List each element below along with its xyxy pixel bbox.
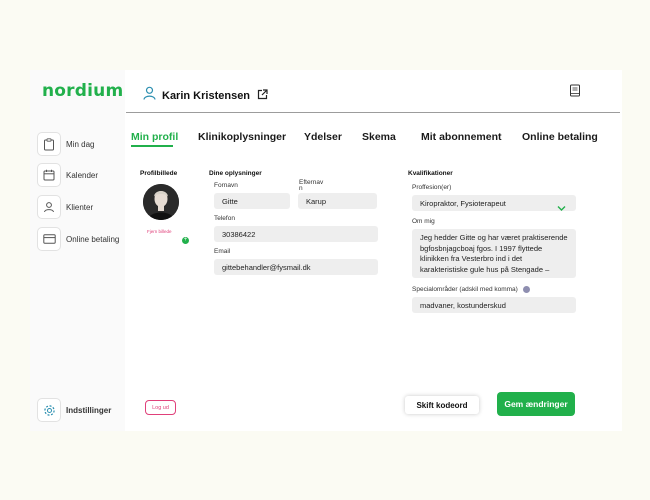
clipboard-icon — [37, 132, 61, 156]
remove-photo-link[interactable]: Fjern billede — [147, 229, 172, 234]
user-icon — [37, 195, 61, 219]
sidebar-item-label: Klienter — [66, 202, 94, 212]
sidebar-item-klienter[interactable]: Klienter — [37, 195, 93, 219]
email-field[interactable]: gittebehandler@fysmail.dk — [214, 259, 378, 275]
change-password-button[interactable]: Skift kodeord — [405, 396, 479, 414]
credit-card-icon — [37, 227, 61, 251]
sidebar-item-label: Indstillinger — [66, 405, 112, 415]
external-link-icon[interactable] — [257, 87, 268, 105]
tab-min-profil[interactable]: Min profil — [131, 131, 178, 143]
nordium-logo[interactable]: nordium — [42, 81, 123, 101]
header-user: Karin Kristensen — [143, 86, 268, 105]
sidebar-item-online-betaling[interactable]: Online betaling — [37, 227, 119, 251]
tab-ydelser[interactable]: Ydelser — [304, 131, 342, 143]
profession-value: Kiropraktor, Fysioterapeut — [420, 199, 506, 208]
email-label: Email — [214, 248, 231, 255]
add-photo-button[interactable]: + — [182, 237, 189, 244]
first-name-label: Fornavn — [214, 182, 238, 189]
header-divider — [126, 112, 620, 113]
about-label: Om mig — [412, 218, 435, 225]
sidebar-item-label: Min dag — [66, 139, 95, 149]
profile-picture-title: Profilbillede — [140, 170, 178, 177]
gear-icon — [37, 398, 61, 422]
chevron-down-icon[interactable] — [557, 199, 566, 217]
phone-label: Telefon — [214, 215, 235, 222]
specialties-label: Specialområder (adskil med komma) — [412, 286, 530, 293]
profession-label: Proffesion(er) — [412, 184, 452, 191]
info-icon[interactable] — [522, 286, 530, 293]
first-name-field[interactable]: Gitte — [214, 193, 290, 209]
avatar[interactable] — [143, 184, 179, 220]
book-icon[interactable] — [569, 84, 581, 102]
sidebar-item-kalender[interactable]: Kalender — [37, 163, 98, 187]
sidebar-item-settings[interactable]: Indstillinger — [37, 398, 111, 422]
phone-field[interactable]: 30386422 — [214, 226, 378, 242]
sidebar-item-label: Online betaling — [66, 234, 120, 244]
save-changes-button[interactable]: Gem ændringer — [497, 392, 575, 416]
specialties-label-text: Specialområder (adskil med komma) — [412, 286, 518, 294]
last-name-field[interactable]: Karup — [298, 193, 377, 209]
tab-klinikoplysninger[interactable]: Klinikoplysninger — [198, 131, 286, 143]
active-tab-indicator — [131, 145, 173, 147]
user-icon — [143, 86, 156, 105]
user-name: Karin Kristensen — [162, 89, 251, 102]
last-name-label: Efternav n — [299, 179, 324, 192]
sidebar-item-min-dag[interactable]: Min dag — [37, 132, 94, 156]
about-textarea[interactable]: Jeg hedder Gitte og har været praktisere… — [412, 229, 576, 278]
qualifications-title: Kvalifikationer — [408, 170, 453, 177]
details-title: Dine oplysninger — [209, 170, 262, 177]
calendar-icon — [37, 163, 61, 187]
profession-select[interactable]: Kiropraktor, Fysioterapeut — [412, 195, 576, 211]
logout-button[interactable]: Log ud — [145, 400, 176, 415]
tab-mit-abonnement[interactable]: Mit abonnement — [421, 131, 502, 143]
specialties-field[interactable]: madvaner, kostunderskud — [412, 297, 576, 313]
tab-skema[interactable]: Skema — [362, 131, 396, 143]
sidebar-item-label: Kalender — [66, 170, 99, 180]
tab-online-betaling[interactable]: Online betaling — [522, 131, 598, 143]
